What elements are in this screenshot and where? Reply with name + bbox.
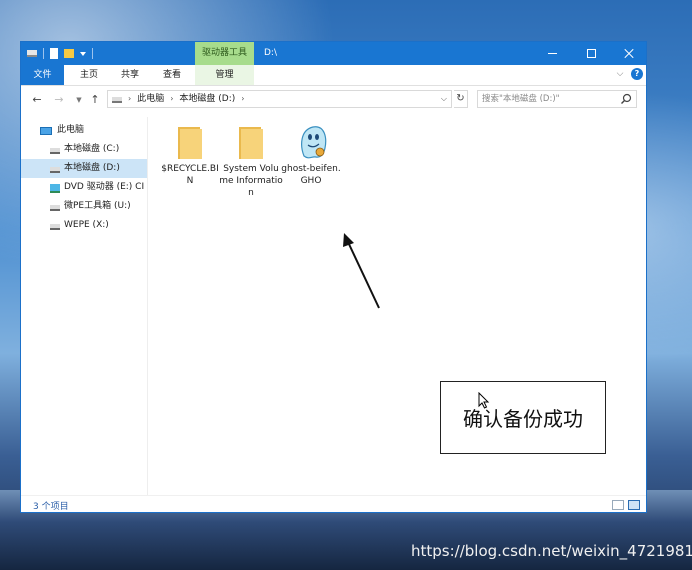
drive-icon (50, 148, 60, 154)
chevron-down-icon[interactable] (80, 51, 86, 56)
sidebar-item-drive-u[interactable]: 微PE工具箱 (U:) (21, 197, 147, 216)
status-bar: 3 个项目 (21, 495, 646, 512)
navigation-pane: 此电脑 本地磁盘 (C:) 本地磁盘 (D:) DVD 驱动器 (E:) CI … (21, 117, 148, 495)
expand-ribbon-icon[interactable]: ⌵ (614, 68, 626, 80)
details-view-icon[interactable] (612, 500, 624, 510)
sidebar-item-dvd-e[interactable]: DVD 驱动器 (E:) CI (21, 178, 147, 197)
sidebar-item-drive-c[interactable]: 本地磁盘 (C:) (21, 140, 147, 159)
search-input[interactable] (482, 92, 612, 106)
sidebar-item-drive-d[interactable]: 本地磁盘 (D:) (21, 159, 147, 178)
breadcrumb-chevron-icon[interactable]: › (170, 91, 173, 107)
properties-icon[interactable] (50, 48, 58, 59)
recent-locations-icon[interactable]: ▼ (71, 92, 87, 108)
sidebar-item-this-pc[interactable]: 此电脑 (21, 121, 147, 140)
watermark-text: https://blog.csdn.net/weixin_47219818 (411, 542, 692, 560)
annotation-text: 确认备份成功 (463, 407, 583, 431)
explorer-window[interactable]: 驱动器工具 D:\ 文件 主页 共享 查看 管理 ⌵ ? ← → ▼ ↑ › 此… (20, 41, 647, 513)
back-arrow-icon[interactable]: ← (29, 92, 45, 108)
toolbar-divider (43, 48, 44, 59)
item-count: 3 个项目 (33, 502, 69, 512)
sidebar-item-drive-x[interactable]: WEPE (X:) (21, 216, 147, 235)
navigation-bar: ← → ▼ ↑ › 此电脑 › 本地磁盘 (D:) › ⌵ ↻ (21, 86, 646, 114)
ribbon-tabs: 文件 主页 共享 查看 管理 ⌵ ? (21, 65, 646, 86)
tab-view[interactable]: 查看 (152, 65, 192, 85)
drive-icon (50, 224, 60, 230)
up-arrow-icon[interactable]: ↑ (87, 92, 103, 108)
breadcrumb-chevron-icon[interactable]: › (128, 91, 131, 107)
quick-access-toolbar (27, 47, 93, 60)
file-list-pane[interactable]: $RECYCLE.BIN System Volume Information g… (148, 117, 646, 495)
tab-home[interactable]: 主页 (69, 65, 109, 85)
help-icon[interactable]: ? (631, 68, 643, 80)
mouse-cursor-icon (478, 392, 490, 409)
computer-icon (40, 127, 52, 135)
drive-icon (50, 205, 60, 211)
drive-icon (50, 167, 60, 173)
breadcrumb-this-pc[interactable]: 此电脑 (137, 91, 164, 107)
breadcrumb: › 此电脑 › 本地磁盘 (D:) › (128, 91, 244, 107)
toolbar-divider (92, 48, 93, 59)
drive-icon (27, 50, 37, 57)
tab-file[interactable]: 文件 (21, 65, 64, 85)
title-bar[interactable]: 驱动器工具 D:\ (21, 42, 646, 65)
maximize-button[interactable] (574, 42, 610, 65)
drive-tools-context-tab: 驱动器工具 (195, 42, 254, 65)
search-box[interactable] (477, 90, 637, 108)
breadcrumb-drive-d[interactable]: 本地磁盘 (D:) (179, 91, 235, 107)
tab-manage[interactable]: 管理 (195, 65, 254, 85)
breadcrumb-chevron-icon[interactable]: › (241, 91, 244, 107)
address-history-chevron-icon[interactable]: ⌵ (441, 91, 447, 107)
annotation-callout-box: 确认备份成功 (440, 381, 606, 454)
window-title: D:\ (264, 48, 277, 58)
drive-icon (112, 97, 122, 103)
new-folder-icon[interactable] (64, 49, 74, 58)
dvd-icon (50, 184, 60, 193)
address-bar[interactable]: › 此电脑 › 本地磁盘 (D:) › ⌵ (107, 90, 452, 108)
tab-share[interactable]: 共享 (110, 65, 150, 85)
search-icon[interactable] (620, 93, 632, 105)
minimize-button[interactable] (535, 42, 571, 65)
refresh-icon[interactable]: ↻ (454, 90, 468, 108)
close-button[interactable] (611, 42, 646, 65)
forward-arrow-icon[interactable]: → (51, 92, 67, 108)
large-icons-view-icon[interactable] (628, 500, 640, 510)
